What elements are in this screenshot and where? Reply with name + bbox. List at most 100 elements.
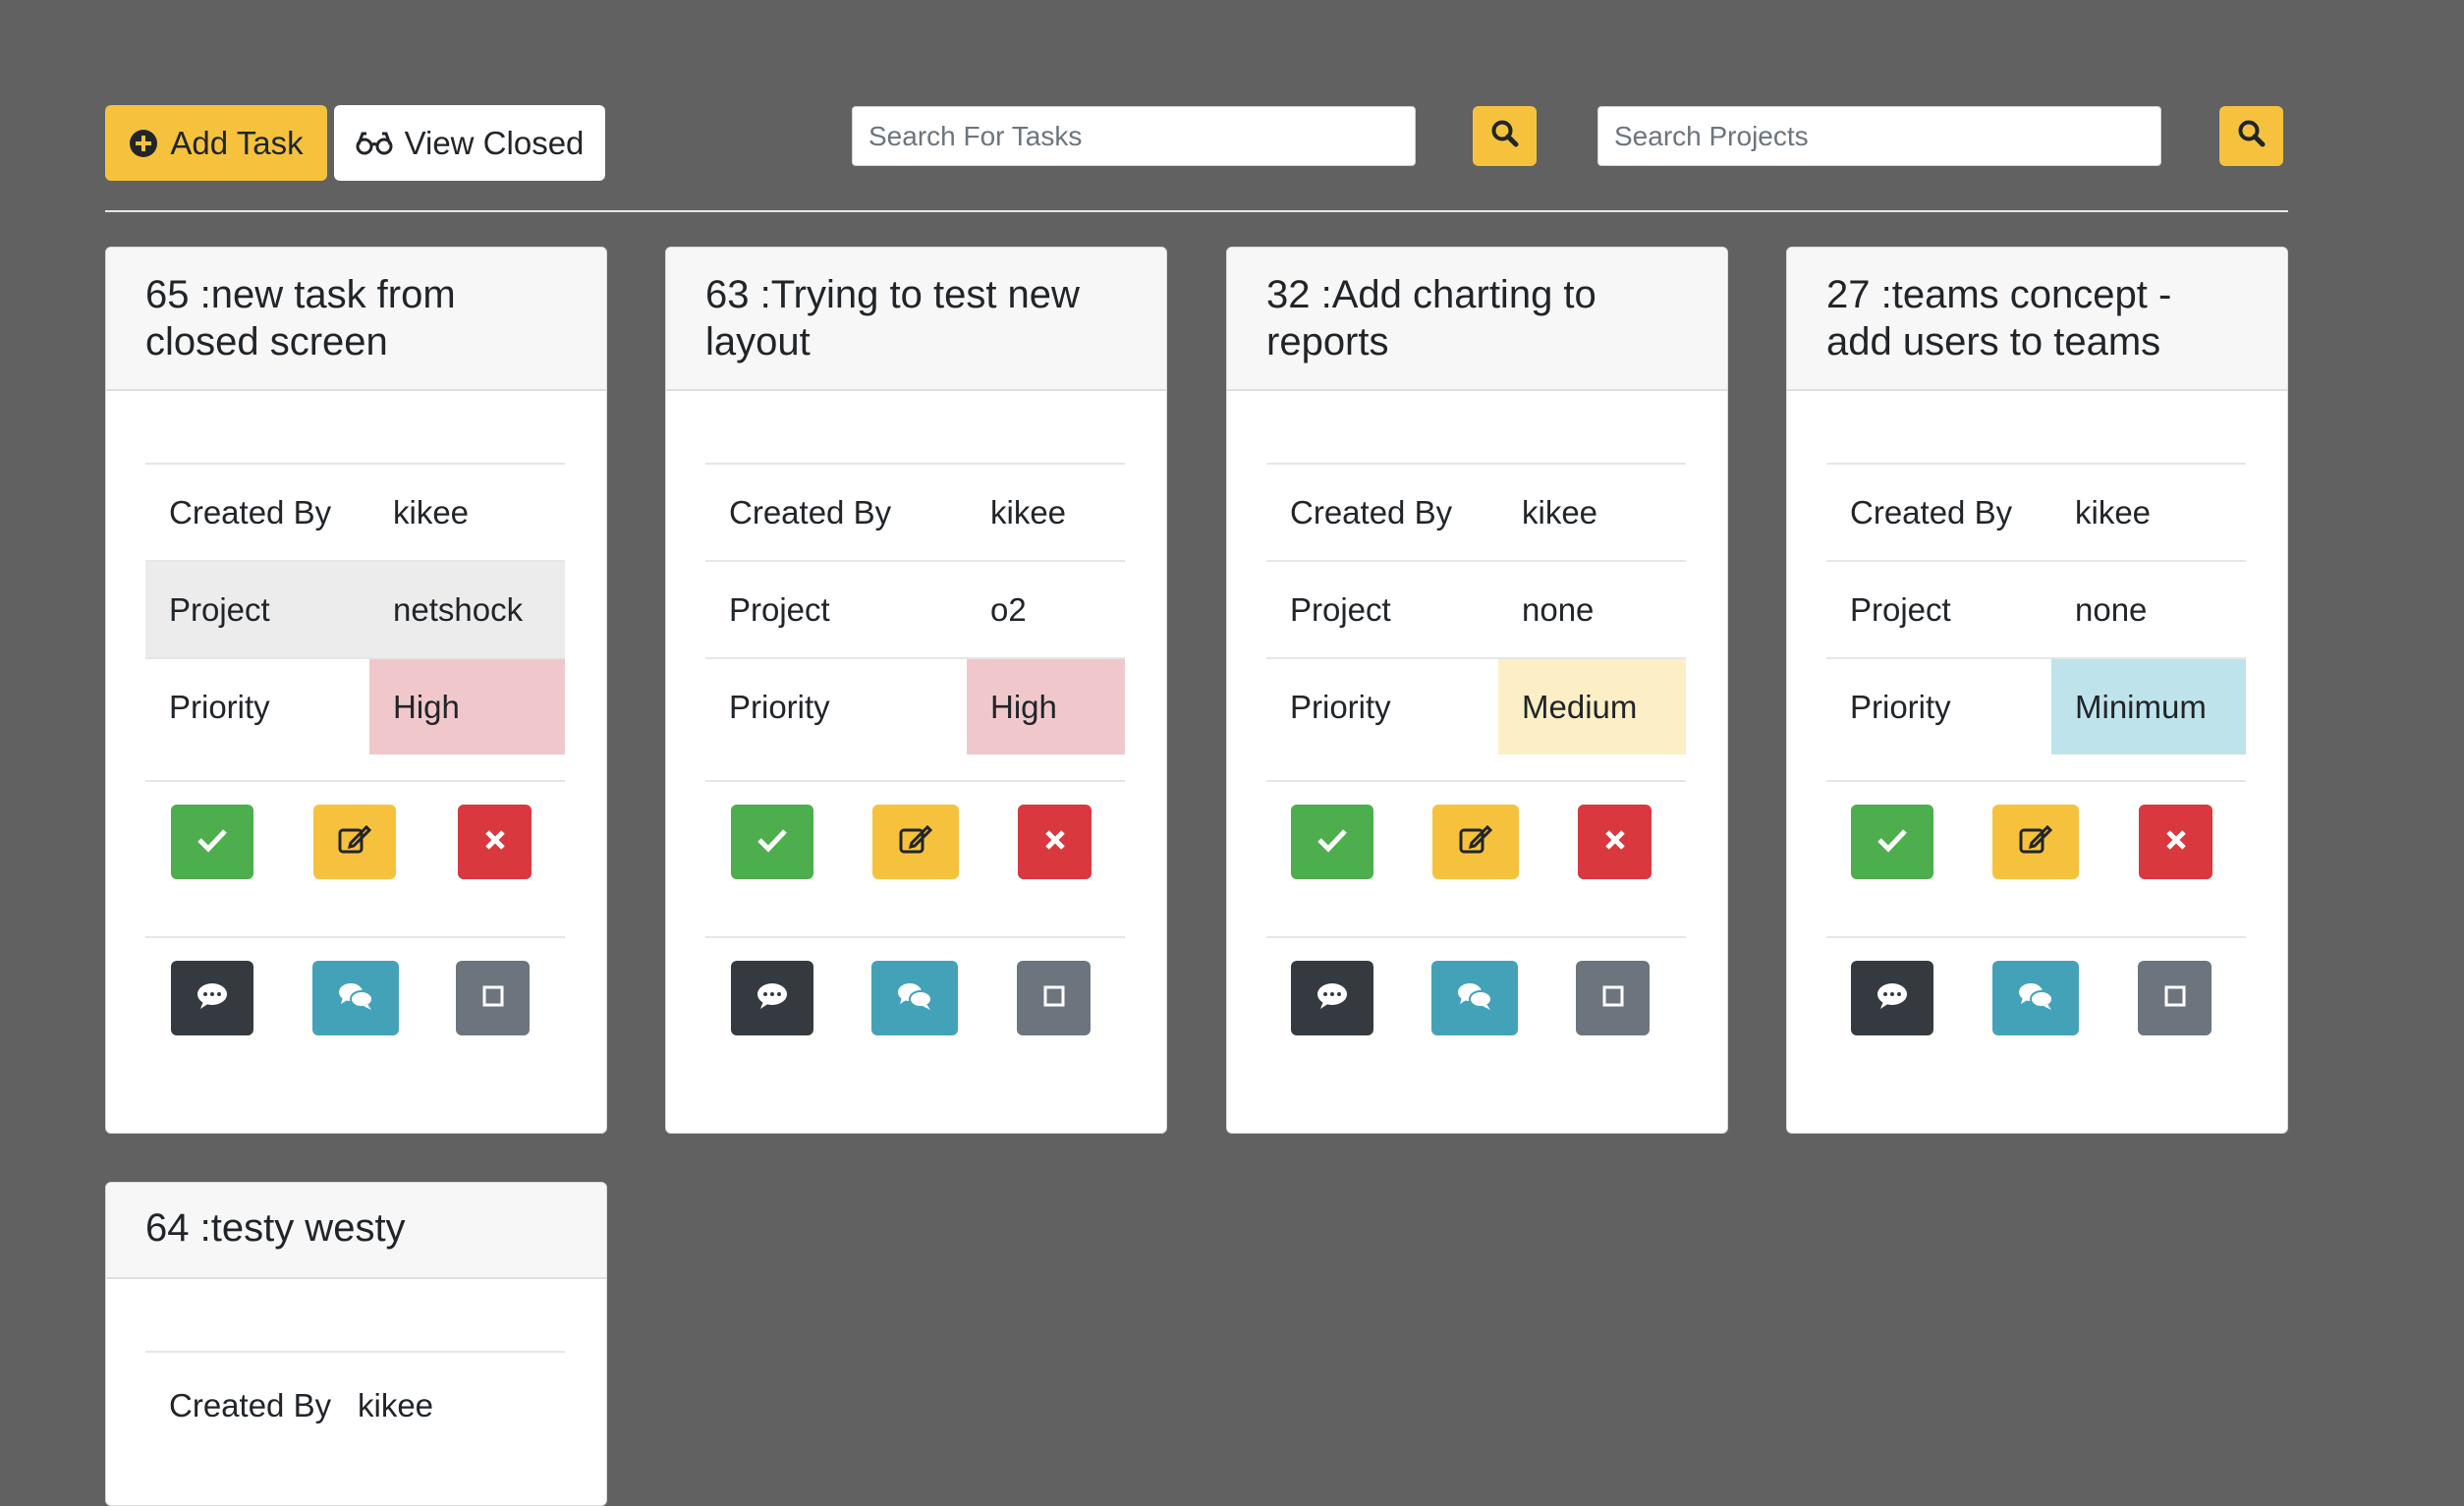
comment-icon [1876,981,1909,1016]
priority-value: Medium [1498,659,1686,754]
delete-button[interactable] [1578,805,1652,879]
task-card: 64 :testy westy Created By kikee [105,1182,607,1506]
comments-button[interactable] [1992,961,2079,1035]
project-row: Project netshock [145,562,565,659]
edit-icon [1458,823,1493,862]
search-tasks-button[interactable] [1473,106,1537,166]
action-separator [1826,936,2246,938]
comments-button[interactable] [871,961,958,1035]
comments-icon [2017,980,2054,1017]
created-by-value: kikee [393,493,470,530]
created-by-label: Created By [1290,493,1453,530]
priority-label: Priority [1850,688,1951,725]
project-row: Project o2 [705,562,1125,659]
glasses-icon [356,131,393,156]
toolbar: Add Task View Closed [0,0,2464,226]
priority-value: High [369,659,565,754]
add-task-button[interactable]: Add Task [105,105,327,181]
task-info-table: Created By kikee [145,1351,565,1480]
complete-button[interactable] [171,805,253,879]
comments-button[interactable] [312,961,399,1035]
search-icon [2237,119,2267,153]
select-button[interactable] [456,961,530,1035]
square-icon [1601,984,1625,1013]
priority-label: Priority [169,688,270,725]
project-row: Project none [1826,562,2246,659]
close-icon [1603,828,1627,857]
created-by-value: kikee [990,493,1067,530]
created-by-row: Created By kikee [1266,465,1686,562]
edit-icon [2018,823,2053,862]
square-icon [1042,984,1066,1013]
priority-value: High [967,659,1125,754]
search-projects-input[interactable] [1597,106,2161,166]
edit-button[interactable] [1992,805,2079,879]
task-card: 27 :teams concept - add users to teams C… [1786,247,2288,1134]
created-by-label: Created By [729,493,892,530]
task-title: 64 :testy westy [106,1183,606,1279]
created-by-label: Created By [169,493,332,530]
comment-button[interactable] [731,961,813,1035]
square-icon [2163,984,2187,1013]
square-icon [481,984,505,1013]
complete-button[interactable] [1291,805,1373,879]
comments-button[interactable] [1431,961,1518,1035]
plus-circle-icon [129,129,158,158]
comments-icon [337,980,374,1017]
check-icon [196,826,229,859]
close-icon [483,828,507,857]
complete-button[interactable] [731,805,813,879]
edit-button[interactable] [313,805,396,879]
created-by-row: Created By kikee [145,465,565,562]
task-card: 32 :Add charting to reports Created By k… [1226,247,1728,1134]
delete-button[interactable] [458,805,532,879]
comments-icon [1456,980,1493,1017]
view-closed-button[interactable]: View Closed [334,105,605,181]
delete-button[interactable] [1018,805,1092,879]
created-by-label: Created By [1850,493,2013,530]
action-separator [705,780,1125,782]
created-by-value: kikee [2075,493,2152,530]
project-row: Project none [1266,562,1686,659]
action-separator [145,936,565,938]
created-by-label: Created By [169,1387,332,1423]
created-by-value: kikee [1522,493,1598,530]
toolbar-divider [105,210,2288,212]
complete-button[interactable] [1851,805,1933,879]
task-info-table: Created By kikee Project none Priority M… [1826,463,2246,754]
priority-value: Minimum [2051,659,2246,754]
check-icon [1316,826,1349,859]
comment-button[interactable] [171,961,253,1035]
task-title: 32 :Add charting to reports [1227,248,1727,391]
action-separator [145,780,565,782]
project-label: Project [1290,590,1391,628]
priority-row: Priority Minimum [1826,659,2246,754]
task-card: 65 :new task from closed screen Created … [105,247,607,1134]
project-value: none [1522,590,1595,628]
edit-button[interactable] [1432,805,1519,879]
close-icon [2164,828,2188,857]
priority-row: Priority High [705,659,1125,754]
project-value: none [2075,590,2148,628]
select-button[interactable] [1576,961,1650,1035]
action-separator [1266,780,1686,782]
action-separator [705,936,1125,938]
comment-icon [196,981,229,1016]
comment-button[interactable] [1851,961,1933,1035]
search-icon [1490,119,1520,153]
comments-icon [896,980,933,1017]
search-projects-button[interactable] [2219,106,2283,166]
edit-button[interactable] [872,805,959,879]
select-button[interactable] [1017,961,1091,1035]
add-task-label: Add Task [170,124,304,161]
task-title: 63 :Trying to test new layout [666,248,1166,391]
close-icon [1043,828,1067,857]
project-value: netshock [393,590,524,628]
action-separator [1266,936,1686,938]
task-info-table: Created By kikee Project none Priority M… [1266,463,1686,754]
comment-button[interactable] [1291,961,1373,1035]
delete-button[interactable] [2139,805,2212,879]
task-title: 65 :new task from closed screen [106,248,606,391]
search-tasks-input[interactable] [852,106,1416,166]
select-button[interactable] [2138,961,2212,1035]
